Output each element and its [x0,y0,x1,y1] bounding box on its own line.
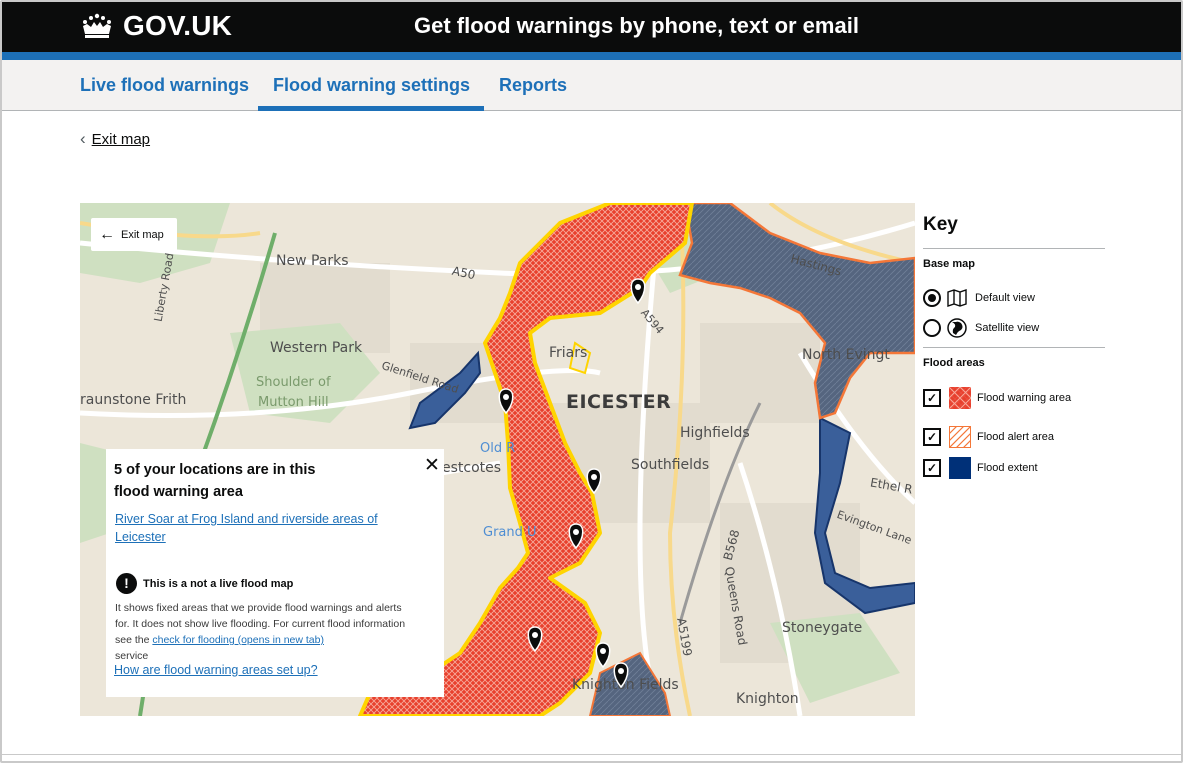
flood-alert-area-toggle[interactable]: ✓ Flood alert area [923,421,1105,453]
nav-reports[interactable]: Reports [499,75,567,96]
flood-area-link[interactable]: River Soar at Frog Island and riverside … [115,510,415,546]
flood-extent-checkbox[interactable]: ✓ [923,459,941,477]
satellite-view-label: Satellite view [975,322,1040,334]
warning-title: This is a not a live flood map [143,578,294,590]
flood-alert-area-label: Flood alert area [977,431,1055,443]
base-map-default-option[interactable]: Default view [923,283,1105,313]
service-navigation: Live flood warnings Flood warning settin… [2,60,1181,111]
how-areas-set-up-link[interactable]: How are flood warning areas set up? [114,663,318,677]
satellite-view-radio[interactable] [923,319,941,337]
flood-warning-swatch [949,387,971,409]
crown-icon [83,13,111,38]
key-title: Key [923,214,958,235]
location-pin-icon[interactable] [568,523,584,550]
location-pin-icon[interactable] [630,278,646,305]
bottom-divider [2,754,1181,755]
back-link-label: Exit map [91,130,151,148]
check-for-flooding-link[interactable]: check for flooding (opens in new tab) [152,634,324,646]
warning-body-service: service [115,650,149,662]
location-pin-icon[interactable] [613,662,629,689]
page-frame: GOV.UK Get flood warnings by phone, text… [0,0,1183,763]
flood-warning-area-label: Flood warning area [977,392,1072,404]
flood-areas-heading: Flood areas [923,357,985,369]
location-pin-icon[interactable] [586,468,602,495]
key-divider [923,248,1105,249]
location-pin-icon[interactable] [498,388,514,415]
logo-text: GOV.UK [123,10,233,41]
map-icon [947,289,967,307]
default-view-label: Default view [975,292,1035,304]
location-pin-icon[interactable] [527,626,543,653]
key-divider-2 [923,347,1105,348]
govuk-logo[interactable]: GOV.UK [79,10,232,42]
flood-alert-swatch [949,426,971,448]
flood-warning-area-toggle[interactable]: ✓ Flood warning area [923,382,1105,414]
warning-icon: ! [116,573,137,594]
chevron-left-icon: ‹ [80,129,86,148]
flood-extent-toggle[interactable]: ✓ Flood extent [923,453,1105,483]
govuk-header: GOV.UK Get flood warnings by phone, text… [2,2,1181,60]
flood-extent-label: Flood extent [977,462,1038,474]
base-map-heading: Base map [923,258,975,270]
location-pin-icon[interactable] [595,642,611,669]
exit-map-back-link[interactable]: ‹ Exit map [80,129,150,149]
map-key: Key Base map Default view Satellite view… [923,214,1105,483]
service-name[interactable]: Get flood warnings by phone, text or ema… [414,13,859,39]
base-map-satellite-option[interactable]: Satellite view [923,313,1105,343]
close-icon[interactable]: ✕ [424,454,440,477]
flood-extent-swatch [949,457,971,479]
flood-area-popup: 5 of your locations are in this flood wa… [106,449,444,697]
arrow-left-icon: ← [99,225,115,243]
flood-alert-area-checkbox[interactable]: ✓ [923,428,941,446]
nav-active-indicator [258,106,484,111]
nav-flood-warning-settings[interactable]: Flood warning settings [273,75,470,96]
flood-warning-area-checkbox[interactable]: ✓ [923,389,941,407]
globe-icon [947,318,967,338]
warning-body: It shows fixed areas that we provide flo… [115,600,415,664]
map-exit-button[interactable]: ← Exit map [91,218,177,251]
nav-live-flood-warnings[interactable]: Live flood warnings [80,75,249,96]
default-view-radio[interactable] [923,289,941,307]
popup-title: 5 of your locations are in this flood wa… [114,462,316,500]
map-exit-button-label: Exit map [121,228,164,241]
